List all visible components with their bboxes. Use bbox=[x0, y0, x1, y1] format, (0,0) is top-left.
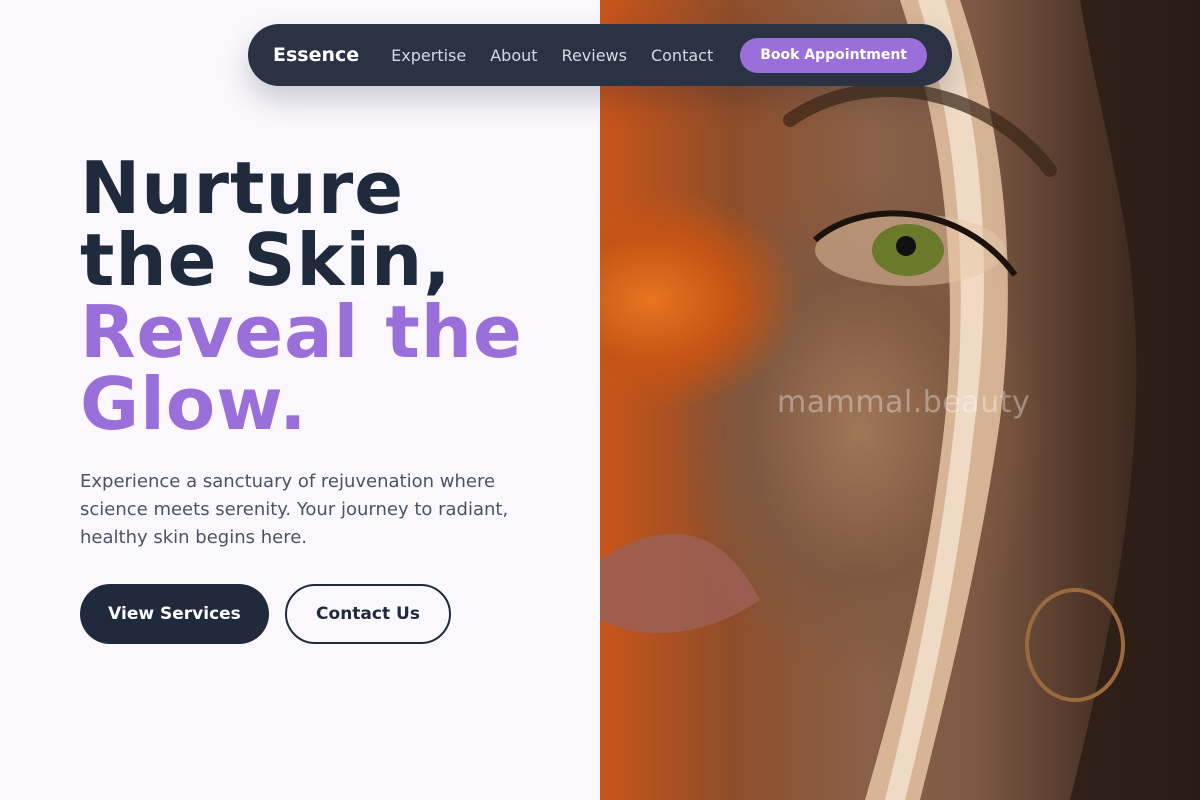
watermark-text: mammal.beauty bbox=[777, 385, 1031, 420]
nav-link-reviews[interactable]: Reviews bbox=[562, 46, 627, 65]
contact-us-button[interactable]: Contact Us bbox=[285, 584, 451, 644]
hero-description: Experience a sanctuary of rejuvenation w… bbox=[80, 471, 509, 548]
headline-line-3: Reveal the bbox=[80, 290, 523, 374]
hero-headline: Nurture the Skin, Reveal the Glow. bbox=[80, 152, 523, 440]
nav-link-contact[interactable]: Contact bbox=[651, 46, 713, 65]
view-services-button[interactable]: View Services bbox=[80, 584, 269, 644]
nav-link-about[interactable]: About bbox=[490, 46, 537, 65]
hero-photo: mammal.beauty bbox=[600, 0, 1200, 800]
book-appointment-button[interactable]: Book Appointment bbox=[740, 37, 927, 73]
nav-link-expertise[interactable]: Expertise bbox=[391, 46, 466, 65]
headline-line-1: Nurture bbox=[80, 146, 405, 230]
brand-logo[interactable]: Essence bbox=[273, 44, 359, 66]
top-navbar: Essence Expertise About Reviews Contact … bbox=[248, 24, 952, 86]
headline-line-4: Glow. bbox=[80, 362, 308, 446]
headline-line-2: the Skin, bbox=[80, 218, 452, 302]
